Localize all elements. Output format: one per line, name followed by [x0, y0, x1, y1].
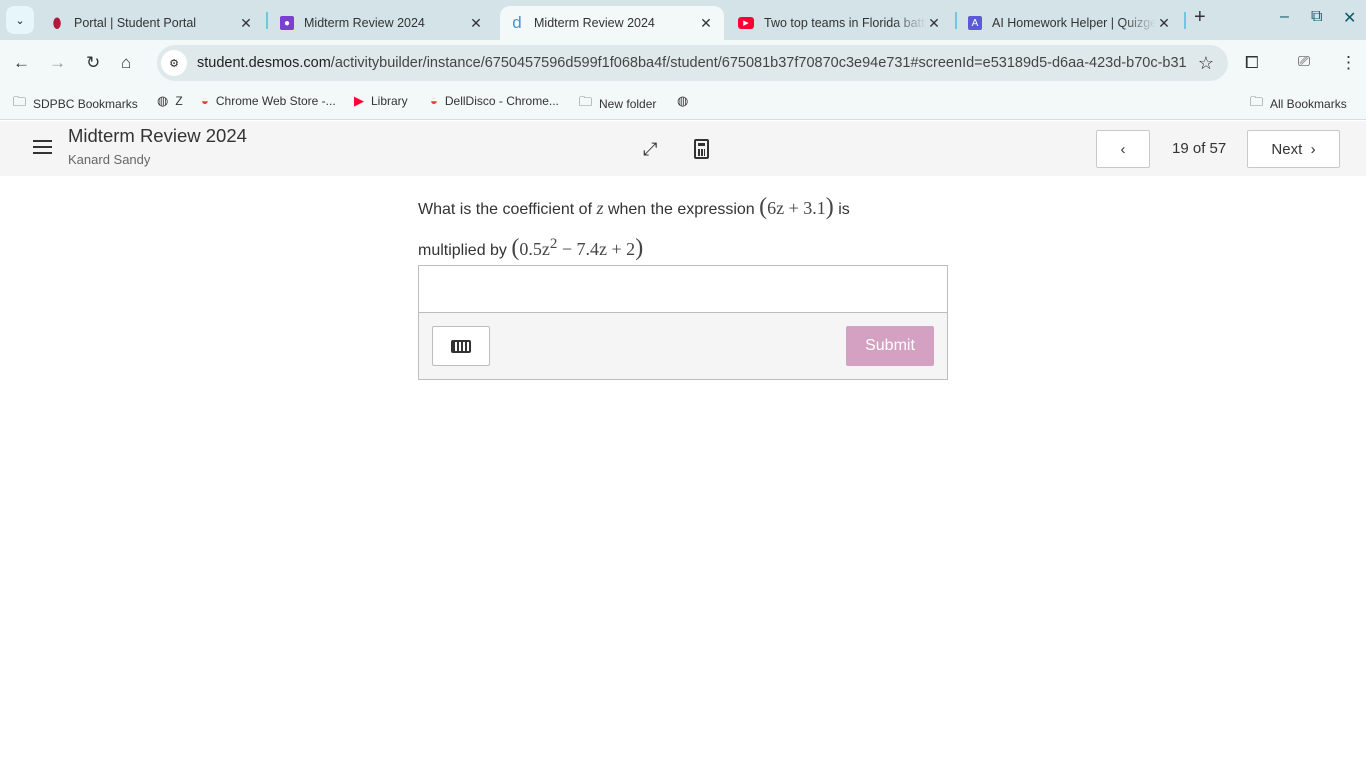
bookmark-new-folder[interactable]: 🗀 New folder	[579, 93, 656, 115]
cast-icon[interactable]: ⎚	[1298, 53, 1310, 70]
activity-header: Midterm Review 2024 Kanard Sandy ⤢ ‹ 19 …	[0, 121, 1366, 176]
question-text: is	[838, 201, 850, 218]
question-text: multiplied by	[418, 242, 507, 259]
url-domain: student.desmos.com	[197, 55, 331, 71]
expand-icon[interactable]: ⤢	[643, 139, 657, 160]
chevron-right-icon: ›	[1310, 140, 1316, 158]
tab-title: Midterm Review 2024	[534, 16, 655, 30]
folder-icon: 🗀	[1250, 94, 1264, 109]
math-expression-2: (0.5z2 − 7.4z + 2)	[511, 235, 644, 261]
forward-button[interactable]: →	[49, 53, 66, 73]
expr-text: 6z + 3.1	[767, 198, 826, 218]
tab-title: Midterm Review 2024	[304, 16, 425, 30]
bookmark-label: Chrome Web Store -...	[215, 93, 336, 108]
menu-icon[interactable]: ⋮	[1340, 53, 1357, 73]
address-bar[interactable]: ⚙ student.desmos.com/activitybuilder/ins…	[157, 45, 1228, 81]
restore-button[interactable]: ⧉	[1311, 8, 1322, 26]
globe-icon: ◍	[677, 93, 689, 108]
expr-text: − 7.4z + 2	[557, 239, 636, 259]
tab-portal[interactable]: ⬮ Portal | Student Portal ✕	[40, 6, 264, 40]
tab-strip: ⌄ ⬮ Portal | Student Portal ✕ ● Midterm …	[0, 0, 1366, 40]
tab-midterm-classroom[interactable]: ● Midterm Review 2024 ✕	[270, 6, 494, 40]
question-text: What is the coefficient of	[418, 201, 593, 218]
question-prompt: What is the coefficient of z when the ex…	[418, 190, 948, 268]
youtube-icon: ▶	[738, 17, 754, 29]
youtube-icon: ▶	[354, 93, 364, 108]
close-tab-icon[interactable]: ✕	[1156, 15, 1172, 32]
close-tab-icon[interactable]: ✕	[468, 15, 484, 32]
bookmark-z[interactable]: ◍ Z	[157, 93, 183, 109]
question-text: when the expression	[607, 201, 755, 218]
close-window-button[interactable]: ✕	[1343, 8, 1356, 28]
globe-icon: ◍	[157, 93, 169, 108]
chrome-web-store-icon: ◒	[430, 93, 438, 108]
desmos-icon: d	[512, 13, 522, 32]
all-bookmarks-label: All Bookmarks	[1270, 97, 1347, 111]
tab-quizgecko[interactable]: A AI Homework Helper | Quizgecko ✕	[958, 6, 1182, 40]
portal-icon: ⬮	[52, 14, 62, 31]
tab-search-button[interactable]: ⌄	[6, 6, 34, 34]
calculator-icon[interactable]	[694, 139, 709, 159]
bookmark-label: New folder	[599, 97, 657, 111]
extensions-icon[interactable]: ⧠	[1245, 53, 1259, 73]
folder-settings-icon: 🗀	[13, 94, 27, 109]
chevron-down-icon: ⌄	[15, 14, 25, 27]
math-variable: z	[596, 198, 604, 218]
home-button[interactable]: ⌂	[121, 53, 131, 73]
bookmark-chrome-web-store[interactable]: ◒ Chrome Web Store -...	[201, 93, 336, 108]
tab-midterm-desmos[interactable]: d Midterm Review 2024 ✕	[500, 6, 724, 40]
new-tab-button[interactable]: +	[1194, 6, 1206, 29]
site-settings-icon[interactable]: ⚙	[161, 50, 187, 76]
tab-title: Portal | Student Portal	[74, 16, 197, 30]
url-path: /activitybuilder/instance/6750457596d599…	[330, 55, 1187, 71]
reload-button[interactable]: ↻	[86, 53, 100, 73]
activity-title: Midterm Review 2024	[68, 125, 247, 146]
tab-title: Two top teams in Florida battle	[764, 16, 926, 30]
bookmark-star-icon[interactable]: ☆	[1198, 53, 1214, 74]
next-label: Next	[1271, 140, 1303, 158]
close-tab-icon[interactable]: ✕	[238, 15, 254, 32]
keyboard-button[interactable]	[432, 326, 490, 366]
next-button[interactable]: Next ›	[1247, 130, 1340, 168]
close-tab-icon[interactable]: ✕	[698, 15, 714, 32]
quizgecko-icon: A	[968, 16, 982, 30]
bookmark-label: Z	[175, 94, 183, 108]
answer-box: Submit	[418, 265, 948, 380]
answer-input[interactable]	[419, 266, 947, 313]
url-text[interactable]: student.desmos.com/activitybuilder/insta…	[197, 55, 1187, 71]
submit-button[interactable]: Submit	[846, 326, 934, 366]
math-expression-1: (6z + 3.1)	[759, 194, 834, 220]
minimize-button[interactable]: –	[1280, 8, 1289, 26]
chevron-left-icon: ‹	[1120, 140, 1126, 158]
bookmarks-bar: 🗀 SDPBC Bookmarks ◍ Z ◒ Chrome Web Store -.…	[0, 86, 1366, 120]
bookmark-globe[interactable]: ◍	[677, 93, 695, 109]
back-button[interactable]: ←	[13, 53, 30, 73]
previous-button[interactable]: ‹	[1096, 130, 1150, 168]
close-tab-icon[interactable]: ✕	[926, 15, 942, 32]
all-bookmarks[interactable]: 🗀 All Bookmarks	[1250, 93, 1347, 115]
expr-text: 0.5z	[519, 239, 550, 259]
bookmark-label: SDPBC Bookmarks	[33, 97, 138, 111]
tab-youtube[interactable]: ▶ Two top teams in Florida battle ✕	[728, 6, 952, 40]
bookmark-library[interactable]: ▶ Library	[354, 93, 408, 109]
tab-title: AI Homework Helper | Quizgecko	[992, 16, 1156, 30]
student-name: Kanard Sandy	[68, 152, 151, 167]
bookmark-delldisco[interactable]: ◒ DellDisco - Chrome...	[430, 93, 559, 108]
chrome-web-store-icon: ◒	[201, 93, 209, 108]
bookmark-label: DellDisco - Chrome...	[444, 93, 559, 108]
bookmark-label: Library	[371, 94, 408, 108]
page-counter: 19 of 57	[1172, 140, 1227, 157]
keyboard-icon	[451, 339, 471, 353]
hamburger-menu-icon[interactable]	[33, 140, 52, 158]
browser-toolbar: ← → ↻ ⌂ ⚙ student.desmos.com/activitybui…	[0, 40, 1366, 86]
classroom-icon: ●	[280, 16, 294, 30]
bookmark-sdpbc[interactable]: 🗀 SDPBC Bookmarks	[13, 93, 138, 115]
folder-icon: 🗀	[579, 94, 593, 109]
